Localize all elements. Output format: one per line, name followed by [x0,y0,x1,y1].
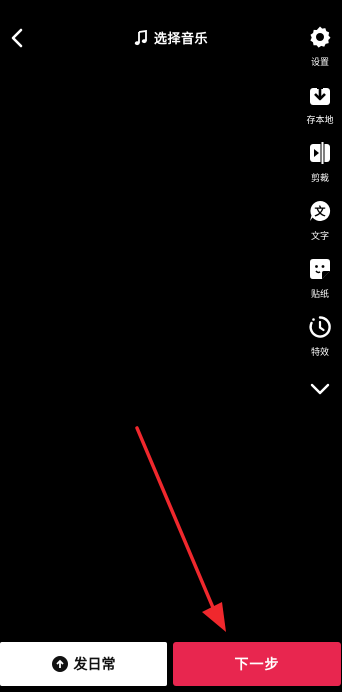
editor-screen: 选择音乐 设置 存本地 剪裁 文 文字 贴纸 特效 发日常 下一步 [0,0,342,692]
annotation-arrow [135,426,226,632]
gear-icon [307,24,333,50]
download-icon [307,82,333,108]
music-label: 选择音乐 [153,32,208,47]
more-tools-button[interactable] [304,374,336,404]
next-step-label: 下一步 [234,657,280,673]
sticker-icon [307,256,333,282]
tool-label: 设置 [310,58,329,68]
tool-trim[interactable]: 剪裁 [304,140,336,198]
tool-label: 特效 [310,348,329,358]
bottom-bar: 发日常 下一步 [0,642,342,688]
next-step-button[interactable]: 下一步 [173,642,341,686]
tool-label: 文字 [310,232,329,242]
text-icon: 文 [307,198,333,224]
tool-save-local[interactable]: 存本地 [304,82,336,140]
music-note-icon [134,29,147,45]
tool-label: 剪裁 [310,174,329,184]
arrow-up-icon [51,656,68,672]
post-daily-label: 发日常 [73,657,116,673]
effects-icon [307,314,333,340]
post-daily-button[interactable]: 发日常 [0,642,167,686]
right-toolbar: 设置 存本地 剪裁 文 文字 贴纸 特效 [304,24,336,404]
tool-label: 存本地 [306,116,334,126]
tool-text[interactable]: 文 文字 [304,198,336,256]
svg-text:文: 文 [315,204,327,218]
tool-sticker[interactable]: 贴纸 [304,256,336,314]
tool-label: 贴纸 [310,290,329,300]
tool-settings[interactable]: 设置 [304,24,336,82]
trim-icon [307,140,333,166]
select-music-button[interactable]: 选择音乐 [0,28,342,47]
chevron-down-icon [310,383,330,395]
tool-effects[interactable]: 特效 [304,314,336,372]
